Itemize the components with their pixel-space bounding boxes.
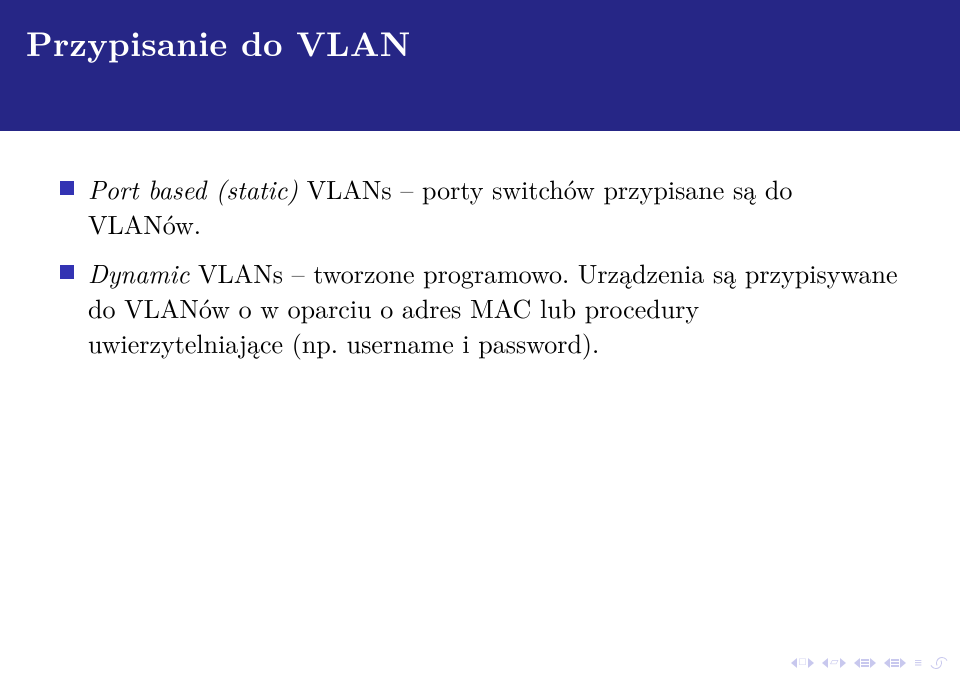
- slide-title: Przypisanie do VLAN: [26, 18, 411, 67]
- bullet-item: Port based (static) VLANs – porty switch…: [60, 171, 900, 241]
- bullet-marker-icon: [60, 181, 74, 195]
- bullet-marker-icon: [60, 265, 74, 279]
- bullet-item: Dynamic VLANs – tworzone programowo. Urz…: [60, 255, 900, 360]
- nav-doc-group[interactable]: [884, 658, 906, 668]
- next-section-icon[interactable]: [870, 658, 876, 668]
- doc-icon: [891, 659, 899, 667]
- doc-end-icon[interactable]: [900, 658, 906, 668]
- nav-equiv-icon: ≡: [914, 655, 922, 670]
- nav-section-group[interactable]: [854, 658, 876, 668]
- nav-cycle-icon[interactable]: [930, 656, 948, 670]
- next-slide-icon[interactable]: [808, 658, 814, 668]
- frame-icon: □: [798, 657, 807, 668]
- subsection-icon: ▱: [829, 657, 839, 668]
- bullet-text: Port based (static) VLANs – porty switch…: [88, 171, 900, 241]
- prev-subsection-icon[interactable]: [822, 658, 828, 668]
- prev-section-icon[interactable]: [854, 658, 860, 668]
- slide: Przypisanie do VLAN Port based (static) …: [0, 0, 960, 680]
- next-subsection-icon[interactable]: [840, 658, 846, 668]
- slide-content: Port based (static) VLANs – porty switch…: [0, 131, 960, 360]
- prev-slide-icon[interactable]: [791, 658, 797, 668]
- nav-frame-group[interactable]: □: [791, 657, 814, 668]
- slide-title-bar: Przypisanie do VLAN: [0, 0, 960, 131]
- doc-start-icon[interactable]: [884, 658, 890, 668]
- bullet-text: Dynamic VLANs – tworzone programowo. Urz…: [88, 255, 900, 360]
- bullet-lead: Dynamic: [88, 254, 189, 291]
- beamer-nav-bar: □ ▱ ≡: [791, 655, 948, 670]
- bullet-lead: Port based (static): [88, 170, 298, 207]
- bullet-rest: VLANs – tworzone programowo. Urządzenia …: [88, 254, 898, 361]
- section-icon: [861, 659, 869, 667]
- nav-subsection-group[interactable]: ▱: [822, 657, 846, 668]
